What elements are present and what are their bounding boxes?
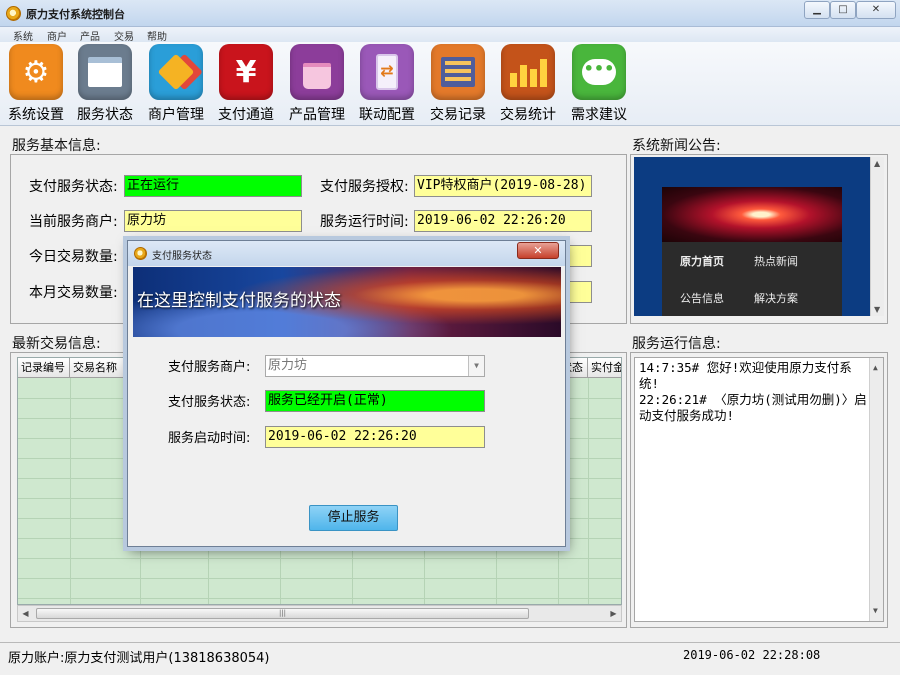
toolbar-transaction-records[interactable]: 交易记录 <box>425 44 491 124</box>
toolbar: ⚙ 系统设置 服务状态 商户管理 ¥ 支付通道 产品管理 ⇄ 联动配置 交易记录… <box>0 42 900 126</box>
service-log-textarea[interactable]: 14:7:35# 您好!欢迎使用原力支付系统! 22:26:21# 〈原力坊(测… <box>634 357 884 622</box>
scroll-right-icon[interactable]: ▶ <box>606 606 621 621</box>
dialog-banner-text: 在这里控制支付服务的状态 <box>137 291 341 311</box>
log-line: 14:7:35# 您好!欢迎使用原力支付系统! <box>639 360 852 391</box>
chevron-down-icon[interactable]: ▼ <box>468 356 484 376</box>
service-runtime-field: 2019-06-02 22:26:20 <box>414 210 592 232</box>
menu-product[interactable]: 产品 <box>80 28 100 43</box>
window-icon <box>78 44 132 100</box>
menu-bar: 系统 商户 产品 交易 帮助 <box>0 27 900 43</box>
dialog-banner: 在这里控制支付服务的状态 <box>133 267 561 337</box>
window-title: 原力支付系统控制台 <box>26 8 125 21</box>
list-icon <box>431 44 485 100</box>
toolbar-label: 商户管理 <box>148 107 204 123</box>
runtime-label: 服务运行时间: <box>320 214 409 230</box>
news-banner-image <box>662 187 842 242</box>
column-header[interactable]: 记录编号 <box>18 358 70 378</box>
month-count-label: 本月交易数量: <box>29 285 118 301</box>
log-vertical-scrollbar[interactable]: ▲ ▼ <box>869 358 883 621</box>
toolbar-label: 支付通道 <box>218 107 274 123</box>
merchant-label: 当前服务商户: <box>29 214 118 230</box>
yen-icon: ¥ <box>219 44 273 100</box>
dialog-status-field: 服务已经开启(正常) <box>265 390 485 412</box>
toolbar-suggestions[interactable]: ••• 需求建议 <box>566 44 632 124</box>
scroll-up-icon[interactable]: ▲ <box>874 159 880 168</box>
column-header[interactable]: 实付金 <box>588 358 621 378</box>
maximize-button[interactable]: □ <box>830 1 856 19</box>
dialog-close-button[interactable]: ✕ <box>517 242 559 259</box>
bar-chart-icon <box>501 44 555 100</box>
scrollbar-thumb[interactable]: ||| <box>36 608 529 619</box>
news-menu: 原力首页 热点新闻 公告信息 解决方案 <box>662 242 842 316</box>
app-logo-icon <box>134 247 147 260</box>
news-link-notices[interactable]: 公告信息 <box>680 290 724 306</box>
transactions-title: 最新交易信息: <box>12 336 101 352</box>
toolbar-product-management[interactable]: 产品管理 <box>284 44 350 124</box>
merchant-select-value: 原力坊 <box>268 358 308 373</box>
current-merchant-field: 原力坊 <box>124 210 302 232</box>
log-line: 22:26:21# 〈原力坊(测试用勿删)〉启动支付服务成功! <box>639 392 867 423</box>
auth-label: 支付服务授权: <box>320 179 409 195</box>
stop-service-button[interactable]: 停止服务 <box>309 505 398 531</box>
gear-icon: ⚙ <box>9 44 63 100</box>
dialog-title-bar[interactable]: 支付服务状态 ✕ <box>128 241 565 266</box>
title-bar: 原力支付系统控制台 ▁ □ ✕ <box>0 0 900 27</box>
news-link-home[interactable]: 原力首页 <box>680 253 724 269</box>
dialog-status-label: 支付服务状态: <box>168 395 251 410</box>
toolbar-label: 交易统计 <box>500 107 556 123</box>
toolbar-system-settings[interactable]: ⚙ 系统设置 <box>3 44 69 124</box>
app-logo-icon <box>6 6 21 21</box>
toolbar-label: 系统设置 <box>8 107 64 123</box>
menu-help[interactable]: 帮助 <box>147 28 167 43</box>
status-time: 2019-06-02 22:28:08 <box>683 648 821 662</box>
merchant-select[interactable]: 原力坊 ▼ <box>265 355 485 377</box>
scroll-up-icon[interactable]: ▲ <box>873 360 878 376</box>
dialog-merchant-label: 支付服务商户: <box>168 360 251 375</box>
phone-transfer-icon: ⇄ <box>360 44 414 100</box>
dialog-start-time-field: 2019-06-02 22:26:20 <box>265 426 485 448</box>
toolbar-label: 交易记录 <box>430 107 486 123</box>
menu-trade[interactable]: 交易 <box>114 28 134 43</box>
service-info-title: 服务基本信息: <box>12 138 101 154</box>
toolbar-merchant-management[interactable]: 商户管理 <box>143 44 209 124</box>
scroll-left-icon[interactable]: ◀ <box>18 606 33 621</box>
news-link-hot[interactable]: 热点新闻 <box>754 253 798 269</box>
scroll-down-icon[interactable]: ▼ <box>874 305 880 314</box>
status-bar: 原力账户:原力支付测试用户(13818638054) 2019-06-02 22… <box>0 642 900 675</box>
scroll-down-icon[interactable]: ▼ <box>873 603 878 619</box>
toolbar-label: 需求建议 <box>571 107 627 123</box>
toolbar-label: 服务状态 <box>77 107 133 123</box>
shopping-bag-icon <box>290 44 344 100</box>
news-link-solutions[interactable]: 解决方案 <box>754 290 798 306</box>
close-window-button[interactable]: ✕ <box>856 1 896 19</box>
news-panel: 原力首页 热点新闻 公告信息 解决方案 ▲ ▼ <box>634 157 884 316</box>
table-horizontal-scrollbar[interactable]: ◀ ||| ▶ <box>17 605 622 622</box>
status-label: 支付服务状态: <box>29 179 118 195</box>
service-auth-field: VIP特权商户(2019-08-28) <box>414 175 592 197</box>
menu-merchant[interactable]: 商户 <box>47 28 67 43</box>
log-title: 服务运行信息: <box>632 336 721 352</box>
dialog-start-time-label: 服务启动时间: <box>168 431 251 446</box>
toolbar-label: 联动配置 <box>359 107 415 123</box>
dialog-title: 支付服务状态 <box>152 251 212 262</box>
service-status-dialog: 支付服务状态 ✕ 在这里控制支付服务的状态 支付服务商户: 原力坊 ▼ 支付服务… <box>127 240 566 547</box>
toolbar-payment-channel[interactable]: ¥ 支付通道 <box>213 44 279 124</box>
minimize-button[interactable]: ▁ <box>804 1 830 19</box>
news-vertical-scrollbar[interactable]: ▲ ▼ <box>870 157 884 316</box>
today-count-label: 今日交易数量: <box>29 249 118 265</box>
news-title: 系统新闻公告: <box>632 138 721 154</box>
status-account: 原力账户:原力支付测试用户(13818638054) <box>8 651 270 666</box>
tags-icon <box>149 44 203 100</box>
toolbar-transaction-stats[interactable]: 交易统计 <box>495 44 561 124</box>
toolbar-linkage-config[interactable]: ⇄ 联动配置 <box>354 44 420 124</box>
toolbar-service-status[interactable]: 服务状态 <box>72 44 138 124</box>
chat-bubble-icon: ••• <box>572 44 626 100</box>
toolbar-label: 产品管理 <box>289 107 345 123</box>
service-status-field: 正在运行 <box>124 175 302 197</box>
menu-system[interactable]: 系统 <box>13 28 33 43</box>
